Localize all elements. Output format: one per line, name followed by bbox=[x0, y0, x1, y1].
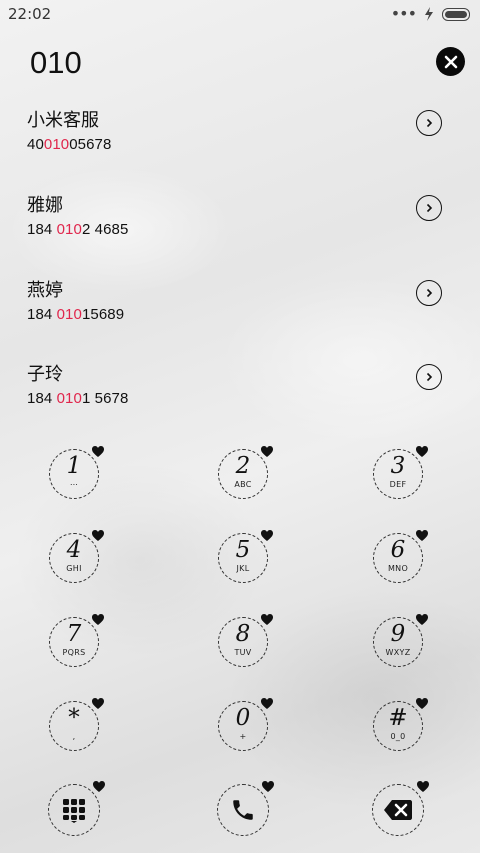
key-4[interactable]: 4 GHI bbox=[49, 530, 104, 583]
heart-icon bbox=[92, 698, 104, 709]
dialpad-toggle-button[interactable] bbox=[48, 781, 105, 836]
chevron-right-icon bbox=[426, 203, 433, 213]
contact-number: 184 01015689 bbox=[27, 306, 125, 323]
key-8[interactable]: 8 TUV bbox=[218, 614, 273, 667]
key-digit: 4 bbox=[66, 537, 82, 563]
contact-result[interactable]: 小米客服 4001005678 bbox=[27, 106, 457, 166]
contact-number: 184 0101 5678 bbox=[27, 390, 129, 407]
dialed-number: 010 bbox=[30, 45, 82, 80]
contact-name: 子玲 bbox=[27, 364, 63, 385]
chevron-right-icon bbox=[426, 118, 433, 128]
heart-icon bbox=[261, 614, 273, 625]
key-digit: 7 bbox=[66, 621, 82, 647]
number-match: 010 bbox=[43, 136, 70, 153]
key-6[interactable]: 6 MNO bbox=[373, 530, 428, 583]
key-digit: 6 bbox=[390, 537, 406, 563]
heart-icon bbox=[416, 530, 428, 541]
key-digit: 1 bbox=[66, 453, 82, 479]
close-icon bbox=[444, 55, 457, 68]
key-letters: 0_0 bbox=[390, 732, 406, 741]
contact-name: 小米客服 bbox=[27, 110, 99, 131]
key-letters: + bbox=[239, 732, 247, 741]
contact-result[interactable]: 雅娜 184 0102 4685 bbox=[27, 191, 457, 251]
key-7[interactable]: 7 PQRS bbox=[49, 614, 104, 667]
key-hash[interactable]: # 0_0 bbox=[373, 698, 428, 751]
heart-icon bbox=[92, 614, 104, 625]
key-digit: # bbox=[388, 705, 408, 731]
key-digit: 3 bbox=[390, 453, 406, 479]
key-0[interactable]: 0 + bbox=[218, 698, 273, 751]
key-letters: JKL bbox=[236, 564, 250, 573]
key-digit: * bbox=[68, 705, 80, 731]
signal-dots-icon: ••• bbox=[390, 4, 417, 23]
contact-detail-button[interactable] bbox=[416, 195, 442, 221]
backspace-icon bbox=[384, 800, 412, 820]
key-letters: , bbox=[72, 732, 76, 741]
key-letters: PQRS bbox=[62, 648, 86, 657]
key-letters: TUV bbox=[234, 648, 252, 657]
phone-icon bbox=[233, 800, 253, 820]
key-digit: 5 bbox=[235, 537, 251, 563]
heart-icon bbox=[261, 698, 273, 709]
heart-icon bbox=[261, 446, 273, 457]
heart-icon bbox=[416, 698, 428, 709]
key-digit: 9 bbox=[390, 621, 406, 647]
delete-button[interactable] bbox=[372, 781, 429, 836]
contact-result[interactable]: 燕婷 184 01015689 bbox=[27, 276, 457, 336]
contact-detail-button[interactable] bbox=[416, 364, 442, 390]
number-match: 010 bbox=[56, 221, 82, 238]
key-digit: 0 bbox=[235, 705, 251, 731]
contact-name: 雅娜 bbox=[27, 195, 63, 216]
status-bar: 22:02 ••• bbox=[0, 0, 480, 28]
key-5[interactable]: 5 JKL bbox=[218, 530, 273, 583]
charging-icon bbox=[425, 7, 433, 21]
heart-icon bbox=[92, 530, 104, 541]
call-button[interactable] bbox=[217, 781, 274, 836]
contact-number: 4001005678 bbox=[27, 136, 112, 153]
key-letters: DEF bbox=[389, 480, 407, 489]
key-1[interactable]: 1 ⋯ bbox=[49, 446, 104, 499]
key-letters: ⋯ bbox=[69, 480, 79, 489]
key-letters: WXYZ bbox=[385, 648, 411, 657]
key-3[interactable]: 3 DEF bbox=[373, 446, 428, 499]
heart-icon bbox=[92, 446, 104, 457]
key-2[interactable]: 2 ABC bbox=[218, 446, 273, 499]
chevron-right-icon bbox=[426, 288, 433, 298]
contact-result[interactable]: 子玲 184 0101 5678 bbox=[27, 360, 457, 420]
contact-detail-button[interactable] bbox=[416, 110, 442, 136]
clear-button[interactable] bbox=[436, 47, 465, 76]
number-match: 010 bbox=[56, 390, 82, 407]
battery-icon bbox=[442, 7, 470, 21]
status-time: 22:02 bbox=[8, 5, 52, 23]
number-match: 010 bbox=[56, 306, 82, 323]
key-digit: 2 bbox=[235, 453, 251, 479]
contact-detail-button[interactable] bbox=[416, 280, 442, 306]
heart-icon bbox=[93, 781, 105, 792]
key-letters: MNO bbox=[387, 564, 409, 573]
key-9[interactable]: 9 WXYZ bbox=[373, 614, 428, 667]
dialpad-icon bbox=[63, 799, 85, 823]
chevron-right-icon bbox=[426, 372, 433, 382]
key-digit: 8 bbox=[235, 621, 251, 647]
heart-icon bbox=[261, 530, 273, 541]
contact-number: 184 0102 4685 bbox=[27, 221, 129, 238]
key-star[interactable]: * , bbox=[49, 698, 104, 751]
key-letters: ABC bbox=[234, 480, 252, 489]
heart-icon bbox=[416, 614, 428, 625]
status-icons: ••• bbox=[390, 4, 470, 23]
heart-icon bbox=[417, 781, 429, 792]
heart-icon bbox=[416, 446, 428, 457]
heart-icon bbox=[262, 781, 274, 792]
contact-name: 燕婷 bbox=[27, 280, 63, 301]
key-letters: GHI bbox=[66, 564, 82, 573]
